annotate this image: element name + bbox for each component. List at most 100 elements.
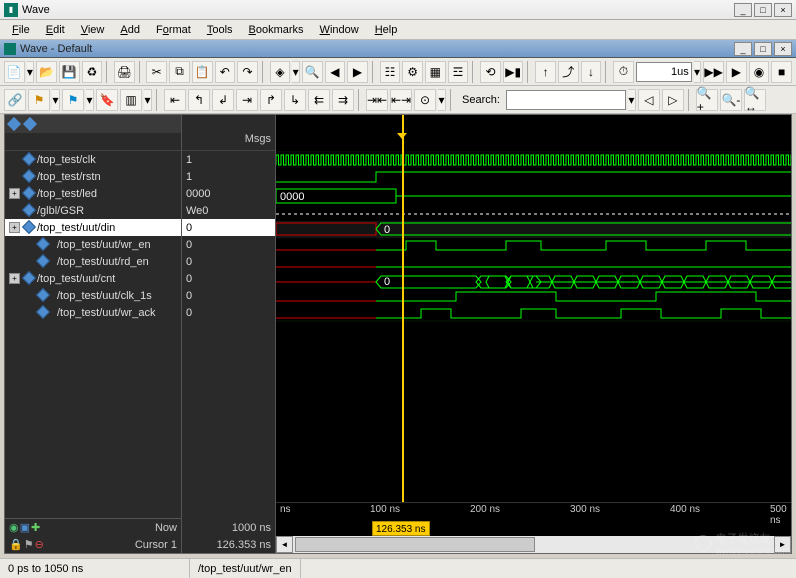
signal-list[interactable]: /top_test/clk/top_test/rstn+/top_test/le… xyxy=(5,151,181,518)
expand-icon[interactable]: + xyxy=(9,222,20,233)
search-input[interactable] xyxy=(506,90,626,110)
center-button[interactable]: ⊙ xyxy=(414,89,436,111)
bookmark-button[interactable]: 🔖 xyxy=(96,89,118,111)
add-signal-dropdown[interactable]: ▾ xyxy=(292,61,300,83)
menu-format[interactable]: Format xyxy=(150,23,197,37)
remove-icon[interactable]: ⊖ xyxy=(35,538,44,551)
edge-next-button[interactable]: ⇥ xyxy=(236,89,258,111)
run-length-stepper[interactable]: ▾ xyxy=(694,61,702,83)
reload-button[interactable]: ♻ xyxy=(82,61,103,83)
break-button[interactable]: ◉ xyxy=(749,61,770,83)
wave-hscroll[interactable]: ◄► xyxy=(276,536,791,553)
step-out-button[interactable]: ⤴ xyxy=(558,61,579,83)
view-button[interactable]: ▥ xyxy=(120,89,142,111)
menu-edit[interactable]: Edit xyxy=(40,23,71,37)
menu-view[interactable]: View xyxy=(75,23,111,37)
run-all-button[interactable]: ▶▶ xyxy=(703,61,724,83)
collapse-in-button[interactable]: ⇥⇤ xyxy=(366,89,388,111)
menu-tools[interactable]: Tools xyxy=(201,23,239,37)
restart-button[interactable]: ⟲ xyxy=(480,61,501,83)
search-dropdown[interactable]: ▾ xyxy=(628,89,636,111)
signal-row[interactable]: +/top_test/uut/cnt xyxy=(5,270,181,287)
edge-rise-next-button[interactable]: ↱ xyxy=(260,89,282,111)
step-down-button[interactable]: ↓ xyxy=(581,61,602,83)
zoom-full-button[interactable]: 🔍↔ xyxy=(744,89,766,111)
signal-row[interactable]: /top_test/uut/clk_1s xyxy=(5,287,181,304)
signal-panel-tools xyxy=(5,115,181,133)
lock-icon[interactable]: 🔒 xyxy=(9,538,23,551)
menu-bookmarks[interactable]: Bookmarks xyxy=(243,23,310,37)
cursor-caret[interactable] xyxy=(397,133,407,139)
link-button[interactable]: 🔗 xyxy=(4,89,26,111)
copy-button[interactable]: ⧉ xyxy=(169,61,190,83)
time-tick: 400 ns xyxy=(670,504,700,515)
flag-icon[interactable]: ⚑ xyxy=(24,538,34,551)
sub-maximize-button[interactable]: □ xyxy=(754,42,772,56)
zoom-in-button[interactable]: 🔍+ xyxy=(696,89,718,111)
time-tick: 100 ns xyxy=(370,504,400,515)
cursor-row[interactable]: 🔒 ⚑ ⊖ Cursor 1 xyxy=(5,536,181,553)
wave-panel[interactable]: 0000 0 0 xyxy=(275,115,791,553)
edge-rise-prev-button[interactable]: ↰ xyxy=(188,89,210,111)
edge-any-next-button[interactable]: ⇉ xyxy=(332,89,354,111)
signal-diamond-icon xyxy=(22,222,34,234)
new-button[interactable]: 📄 xyxy=(4,61,25,83)
signal-row[interactable]: /top_test/rstn xyxy=(5,168,181,185)
expand-icon[interactable]: + xyxy=(9,188,20,199)
step-up-button[interactable]: ↑ xyxy=(535,61,556,83)
search-next-button[interactable]: ▷ xyxy=(662,89,684,111)
continue-button[interactable]: ▶ xyxy=(726,61,747,83)
menu-window[interactable]: Window xyxy=(314,23,365,37)
minimize-button[interactable]: _ xyxy=(734,3,752,17)
signal-row[interactable]: /top_test/uut/wr_en xyxy=(5,236,181,253)
time-ruler[interactable]: ns100 ns200 ns300 ns400 ns500 ns xyxy=(276,502,791,519)
list-button[interactable]: ☲ xyxy=(448,61,469,83)
redo-button[interactable]: ↷ xyxy=(237,61,258,83)
run-button[interactable]: ▶▮ xyxy=(503,61,524,83)
edge-fall-next-button[interactable]: ↳ xyxy=(284,89,306,111)
sub-close-button[interactable]: × xyxy=(774,42,792,56)
expand-out-button[interactable]: ⇤⇥ xyxy=(390,89,412,111)
sub-minimize-button[interactable]: _ xyxy=(734,42,752,56)
signal-row[interactable]: /top_test/clk xyxy=(5,151,181,168)
maximize-button[interactable]: □ xyxy=(754,3,772,17)
cursor2-button[interactable]: ⚑ xyxy=(62,89,84,111)
signal-view-icon2[interactable] xyxy=(23,117,37,131)
menu-add[interactable]: Add xyxy=(114,23,146,37)
edge-any-prev-button[interactable]: ⇇ xyxy=(308,89,330,111)
signal-row[interactable]: +/top_test/uut/din xyxy=(5,219,181,236)
find-prev-button[interactable]: ◀ xyxy=(325,61,346,83)
signal-row[interactable]: /top_test/uut/wr_ack xyxy=(5,304,181,321)
stop-button[interactable]: ■ xyxy=(771,61,792,83)
expand-icon[interactable]: + xyxy=(9,273,20,284)
edge-prev-button[interactable]: ⇤ xyxy=(164,89,186,111)
cursor-marker[interactable]: 126.353 ns xyxy=(372,521,430,536)
menu-help[interactable]: Help xyxy=(369,23,404,37)
dataflow-button[interactable]: ⚙ xyxy=(402,61,423,83)
add-signal-button[interactable]: ◈ xyxy=(270,61,291,83)
find-button[interactable]: 🔍 xyxy=(302,61,323,83)
waveform-canvas[interactable]: 0000 0 0 xyxy=(276,151,791,491)
close-button[interactable]: × xyxy=(774,3,792,17)
search-prev-button[interactable]: ◁ xyxy=(638,89,660,111)
find-next-button[interactable]: ▶ xyxy=(347,61,368,83)
signal-row[interactable]: /glbl/GSR xyxy=(5,202,181,219)
paste-button[interactable]: 📋 xyxy=(192,61,213,83)
print-button[interactable]: 🖨 xyxy=(114,61,135,83)
open-button[interactable]: 📂 xyxy=(36,61,57,83)
save-button[interactable]: 💾 xyxy=(59,61,80,83)
cursor-line[interactable] xyxy=(402,115,404,502)
signal-view-icon[interactable] xyxy=(7,117,21,131)
edge-fall-prev-button[interactable]: ↲ xyxy=(212,89,234,111)
signal-row[interactable]: +/top_test/led xyxy=(5,185,181,202)
zoom-out-button[interactable]: 🔍- xyxy=(720,89,742,111)
cut-button[interactable]: ✂ xyxy=(146,61,167,83)
cursor1-button[interactable]: ⚑ xyxy=(28,89,50,111)
undo-button[interactable]: ↶ xyxy=(215,61,236,83)
menu-file[interactable]: File xyxy=(6,23,36,37)
layers-button[interactable]: ☷ xyxy=(380,61,401,83)
new-dropdown[interactable]: ▾ xyxy=(27,61,35,83)
memory-button[interactable]: ▦ xyxy=(425,61,446,83)
signal-row[interactable]: /top_test/uut/rd_en xyxy=(5,253,181,270)
run-length-input[interactable] xyxy=(636,62,692,82)
